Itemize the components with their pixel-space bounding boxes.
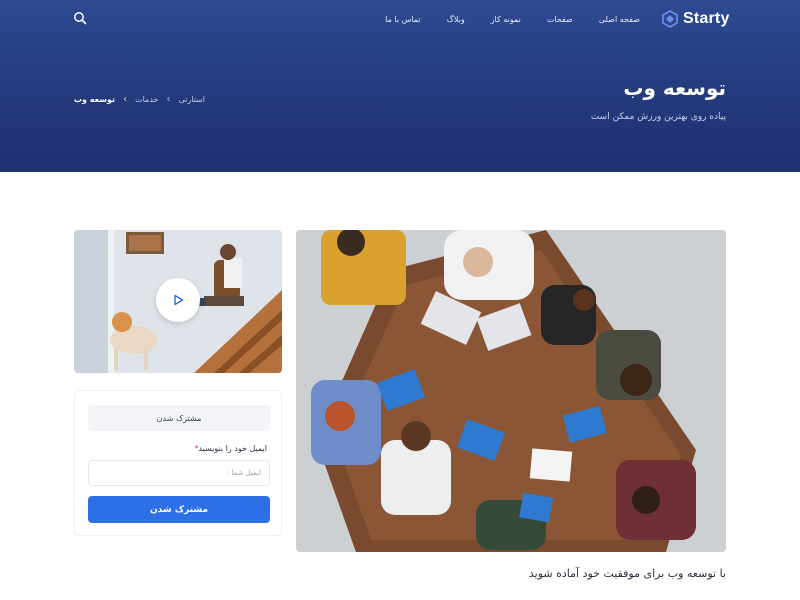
subscribe-heading: مشترک شدن [88, 405, 270, 431]
email-input[interactable] [88, 460, 270, 486]
team-meeting-illustration [296, 230, 726, 552]
search-icon[interactable] [73, 11, 87, 25]
breadcrumb-current: توسعه وب [74, 95, 116, 104]
page-title: توسعه وب [623, 76, 726, 100]
nav-item-portfolio[interactable]: نمونه کار [491, 15, 521, 24]
page-header: Starty صفحه اصلی صفحات نمونه کار وبلاگ ت… [0, 0, 800, 172]
chevron-left-icon: ‹ [123, 93, 128, 105]
nav-item-blog[interactable]: وبلاگ [447, 15, 465, 24]
play-icon [174, 294, 184, 306]
page-subtitle: پیاده روی بهترین ورزش ممکن است [590, 112, 726, 122]
lead-text: با توسعه وب برای موفقیت خود آماده شوید [528, 567, 726, 580]
logo-mark-icon [662, 10, 678, 28]
breadcrumb: توسعه وب ‹ خدمات ‹ استارتی [74, 93, 205, 105]
email-label-text: ایمیل خود را بنویسید [198, 444, 267, 453]
video-thumbnail[interactable] [74, 230, 282, 373]
brand-logo[interactable]: Starty [662, 10, 730, 28]
play-button[interactable] [156, 278, 200, 322]
nav-item-pages[interactable]: صفحات [547, 15, 573, 24]
email-label: ایمیل خود را بنویسید* [190, 444, 267, 453]
nav-item-home[interactable]: صفحه اصلی [599, 15, 640, 24]
subscribe-button[interactable]: مشترک شدن [88, 496, 270, 523]
subscribe-widget: مشترک شدن ایمیل خود را بنویسید* مشترک شد… [74, 390, 282, 536]
breadcrumb-home[interactable]: استارتی [178, 95, 205, 104]
nav-item-contact[interactable]: تماس با ما [385, 15, 421, 24]
team-meeting-image [296, 230, 726, 552]
brand-name: Starty [683, 10, 730, 27]
breadcrumb-services[interactable]: خدمات [135, 95, 158, 104]
main-nav: صفحه اصلی صفحات نمونه کار وبلاگ تماس با … [385, 15, 640, 24]
chevron-left-icon: ‹ [166, 93, 171, 105]
